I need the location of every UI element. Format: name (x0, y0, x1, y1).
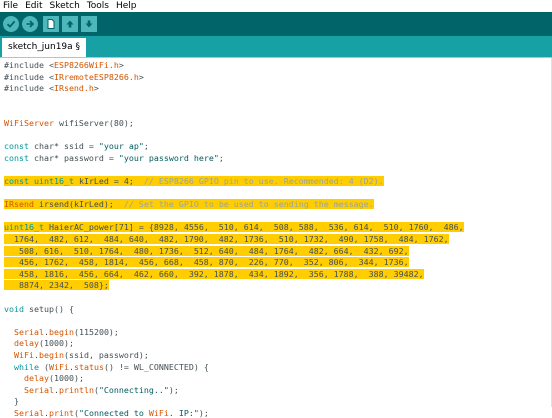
code-line: IRsend irsend(kIrLed); // Set the GPIO t… (4, 199, 374, 210)
verify-button[interactable] (3, 16, 19, 32)
menu-help[interactable]: Help (113, 0, 141, 12)
menu-file[interactable]: File (0, 0, 22, 12)
menu-bar: File Edit Sketch Tools Help (0, 0, 552, 12)
code-line: WiFi.begin(ssid, password); (14, 350, 149, 360)
code-line: 1764, 482, 612, 484, 640, 482, 1790, 482… (4, 234, 449, 244)
code-line: const char* ssid = "your ap"; (4, 141, 149, 152)
code-editor[interactable]: #include <ESP8266WiFi.h> #include <IRremo… (0, 58, 552, 418)
code-line: Serial.begin(115200); (14, 326, 119, 337)
code-line: 458, 1816, 456, 664, 462, 660, 392, 1878… (4, 268, 424, 279)
code-line: #include <IRremoteESP8266.h> (4, 71, 144, 82)
upload-button[interactable] (22, 16, 38, 32)
code-line: 456, 1762, 458, 1814, 456, 668, 458, 870… (4, 257, 409, 268)
open-button[interactable] (62, 16, 78, 32)
code-line: 8874, 2342, 508}; (4, 280, 109, 291)
toolbar (0, 12, 552, 36)
tab-sketch[interactable]: sketch_jun19a § (2, 38, 87, 57)
save-icon (85, 20, 93, 28)
code-line: #include <ESP8266WiFi.h> (4, 60, 124, 70)
new-icon (47, 19, 55, 29)
code-line: #include <IRsend.h> (4, 83, 99, 94)
tab-bar: sketch_jun19a § (0, 36, 552, 57)
menu-edit[interactable]: Edit (22, 0, 46, 12)
code-line: delay(1000); (14, 338, 74, 349)
menu-sketch[interactable]: Sketch (47, 0, 84, 12)
code-line: Serial.print("Connected to WiFi. IP:"); (14, 408, 209, 418)
code-line: WiFiServer wifiServer(80); (4, 118, 134, 128)
code-line: 508, 616, 510, 1764, 480, 1736, 512, 640… (4, 245, 409, 256)
new-button[interactable] (43, 16, 59, 32)
upload-icon (26, 20, 35, 28)
menu-tools[interactable]: Tools (84, 0, 113, 12)
code-line: } (4, 396, 19, 407)
save-button[interactable] (81, 16, 97, 32)
verify-icon (6, 20, 16, 28)
code-line: void setup() { (4, 303, 74, 314)
code-line: const char* password = "your password he… (4, 152, 224, 163)
code-line: const uint16_t kIrLed = 4; // ESP8266 GP… (4, 176, 384, 186)
code-line: Serial.println("Connecting.."); (23, 384, 179, 395)
code-line: while (WiFi.status() != WL_CONNECTED) { (14, 361, 209, 372)
code-line: uint16_t HaierAC_power[71] = {8928, 4556… (4, 222, 464, 233)
code-line: delay(1000); (23, 373, 84, 384)
open-icon (66, 20, 74, 28)
